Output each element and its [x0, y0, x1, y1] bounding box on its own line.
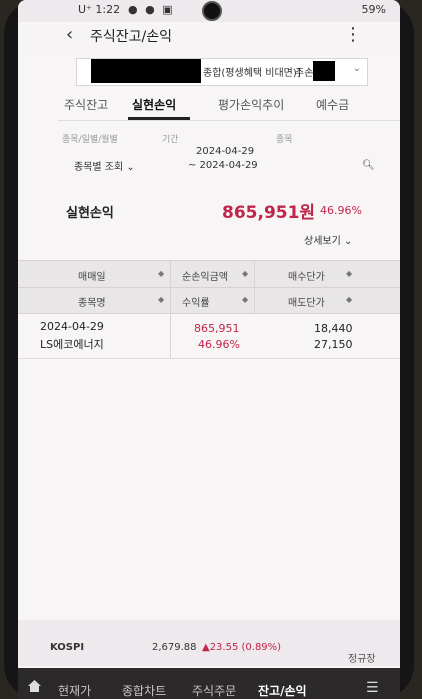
- column-divider: [170, 314, 171, 358]
- tab-stock-balance[interactable]: 주식잔고: [64, 96, 108, 113]
- sort-icon[interactable]: ◆: [242, 269, 248, 278]
- filter-period-label: 기간: [162, 135, 179, 145]
- col-buy-price[interactable]: 매수단가: [288, 268, 325, 283]
- home-icon[interactable]: [28, 680, 41, 692]
- ticker-value: 2,679.88: [152, 642, 197, 653]
- table-header: 매매일 ◆ 순손익금액 ◆ 매수단가 ◆ 종목명 ◆ 수익률 ◆ 매도단가 ◆: [18, 260, 400, 314]
- menu-icon[interactable]: ☰: [366, 680, 379, 696]
- filter-by-value: 종목별 조회: [74, 162, 124, 173]
- nav-chart[interactable]: 종합차트: [122, 682, 166, 699]
- sort-icon[interactable]: ◆: [346, 269, 352, 278]
- more-vert-icon[interactable]: ⋮: [344, 24, 362, 45]
- sort-icon[interactable]: ◆: [158, 295, 164, 304]
- chevron-down-icon: ⌄: [126, 162, 135, 173]
- sort-icon[interactable]: ◆: [346, 295, 352, 304]
- header-row-divider: [18, 287, 400, 288]
- realized-pl-amount: 865,951원: [222, 203, 316, 223]
- search-icon[interactable]: 🔍︎: [362, 160, 375, 171]
- notification-icons: ● ● ▣: [128, 3, 175, 16]
- nav-current-price[interactable]: 현재가: [58, 682, 91, 699]
- status-battery: 59%: [361, 3, 386, 16]
- filter-by-select[interactable]: 종목별 조회 ⌄: [74, 158, 135, 173]
- row-sell-price: 27,150: [314, 338, 353, 351]
- detail-view-label: 상세보기: [304, 236, 341, 247]
- row-net-pl: 865,951: [194, 322, 240, 335]
- filter-stock-label: 종목: [276, 135, 293, 145]
- market-ticker[interactable]: KOSPI 2,679.88 ▲23.55 (0.89%) 정규장: [18, 620, 400, 666]
- filter-by-label: 종목/일별/월별: [62, 135, 118, 145]
- back-icon[interactable]: ‹: [66, 24, 73, 45]
- sort-icon[interactable]: ◆: [242, 295, 248, 304]
- period-from[interactable]: 2024-04-29: [196, 146, 254, 157]
- tab-bar: 주식잔고 실현손익 평가손익추이 예수금: [58, 90, 400, 121]
- chevron-down-icon: ⌄: [352, 63, 361, 74]
- row-buy-price: 18,440: [314, 322, 353, 335]
- account-type: 종합(평생혜택 비대면)]: [203, 68, 301, 79]
- row-return-rate: 46.96%: [198, 338, 240, 351]
- camera-cutout: [202, 1, 222, 21]
- realized-pl-label: 실현손익: [66, 206, 114, 221]
- phone-frame: U⁺ 1:22 ● ● ▣ 59% ‹ 주식잔고/손익 ⋮ 종합(평생혜택 비대…: [4, 0, 414, 699]
- redacted-account-number: [91, 59, 201, 83]
- col-return-rate[interactable]: 수익률: [182, 294, 210, 309]
- nav-order[interactable]: 주식주문: [192, 682, 236, 699]
- tab-deposit[interactable]: 예수금: [316, 96, 349, 113]
- col-sell-price[interactable]: 매도단가: [288, 294, 325, 309]
- bottom-nav: 현재가 종합차트 주식주문 잔고/손익 ☰: [18, 668, 400, 699]
- row-trade-date: 2024-04-29: [40, 320, 104, 333]
- realized-pl-summary: 실현손익 865,951원 46.96% 상세보기 ⌄: [18, 190, 400, 247]
- row-stock-name: LS에코에너지: [40, 338, 104, 351]
- period-to[interactable]: ~ 2024-04-29: [188, 160, 258, 171]
- table-row[interactable]: 2024-04-29 LS에코에너지 865,951 46.96% 18,440…: [18, 314, 400, 359]
- app-header: ‹ 주식잔고/손익 ⋮: [18, 22, 400, 52]
- status-carrier-time: U⁺ 1:22: [78, 3, 120, 16]
- ticker-change: ▲23.55 (0.89%): [202, 642, 282, 653]
- nav-balance[interactable]: 잔고/손익: [258, 682, 307, 699]
- col-net-pl[interactable]: 순손익금액: [182, 268, 228, 283]
- detail-view-button[interactable]: 상세보기 ⌄: [304, 232, 352, 247]
- col-trade-date[interactable]: 매매일: [78, 268, 106, 283]
- tab-valuation-trend[interactable]: 평가손익추이: [218, 96, 284, 113]
- status-carrier: U⁺: [78, 3, 92, 16]
- screen: U⁺ 1:22 ● ● ▣ 59% ‹ 주식잔고/손익 ⋮ 종합(평생혜택 비대…: [18, 0, 400, 699]
- active-tab-indicator: [128, 117, 190, 120]
- sort-icon[interactable]: ◆: [158, 269, 164, 278]
- col-stock-name[interactable]: 종목명: [78, 294, 106, 309]
- account-selector[interactable]: 종합(평생혜택 비대면)] 주손 ⌄: [76, 58, 368, 86]
- ticker-name: KOSPI: [50, 642, 85, 653]
- redacted-account-owner: [313, 61, 335, 81]
- tab-realized-pl[interactable]: 실현손익: [132, 96, 176, 113]
- chevron-down-icon: ⌄: [344, 236, 353, 247]
- account-kind: 주손: [295, 68, 314, 79]
- status-time: 1:22: [95, 3, 121, 16]
- realized-pl-rate: 46.96%: [320, 204, 362, 217]
- market-session-label: 정규장: [348, 654, 376, 665]
- page-title: 주식잔고/손익: [90, 29, 172, 45]
